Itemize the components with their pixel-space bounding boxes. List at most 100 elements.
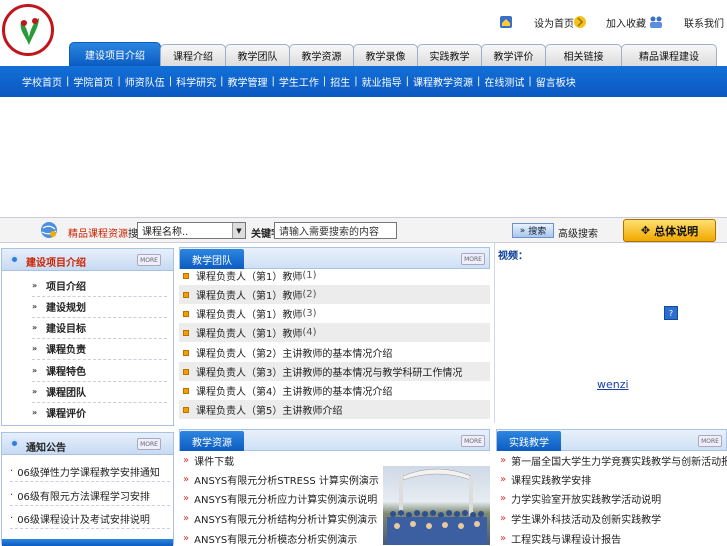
help-icon[interactable]: ? <box>664 306 678 320</box>
list-item[interactable]: 课程负责人（第4）主讲教师的基本情况介绍 <box>179 381 490 400</box>
square-bullet-icon <box>183 291 189 298</box>
list-item[interactable]: · 06级弹性力学课程教学安排通知 <box>10 462 170 482</box>
subnav-item[interactable]: 学校首页 <box>22 74 62 89</box>
sidebar-item[interactable]: » 建设规划 <box>32 296 167 318</box>
search-button-label: 搜索 <box>528 227 547 237</box>
square-bullet-icon <box>183 349 189 356</box>
separator: | <box>117 76 121 87</box>
practice-list: » 第一届全国大学生力学竞赛实践教学与创新活动报告 » 课程实践教学安排 » 力学实验… <box>496 451 727 545</box>
chevron-down-icon[interactable]: ▼ <box>232 223 245 238</box>
subnav-item[interactable]: 在线测试 <box>484 74 524 89</box>
tab-course-building[interactable]: 精品课程建设 <box>621 44 717 66</box>
tab-related-links[interactable]: 相关链接 <box>545 44 622 66</box>
set-homepage-link[interactable]: 设为首页 <box>498 12 574 32</box>
list-item[interactable]: · 06级课程设计及考试安排说明 <box>10 509 170 529</box>
tab-label: 教学评价 <box>493 52 534 63</box>
sidebar-item[interactable]: » 课程特色 <box>32 360 167 382</box>
list-item[interactable]: » 课件下载 <box>179 451 379 470</box>
square-bullet-icon <box>183 387 189 394</box>
video-panel: 视频： ? wenzi <box>494 243 727 423</box>
search-button[interactable]: » 搜索 <box>512 223 554 238</box>
list-item[interactable]: » ANSYS有限元分析应力计算实例演示说明 <box>179 489 379 508</box>
favorite-icon <box>572 14 588 30</box>
square-bullet-icon <box>183 406 189 413</box>
tab-project-intro[interactable]: 建设项目介绍 <box>69 42 161 66</box>
list-item-label: 学生课外科技活动及创新实践教学 <box>511 515 662 526</box>
sidebar-item[interactable]: » 课程团队 <box>32 381 167 403</box>
add-favorite-link[interactable]: 加入收藏 <box>572 12 646 32</box>
list-item[interactable]: » 工程实践与课程设计报告 <box>496 529 727 545</box>
double-arrow-icon: » <box>500 513 507 524</box>
separator: | <box>220 76 224 87</box>
arrow-icon: » <box>32 408 38 417</box>
video-link[interactable]: wenzi <box>597 378 629 391</box>
sidebar-item[interactable]: » 课程负责 <box>32 338 167 360</box>
list-item[interactable]: » ANSYS有限元分析结构分析计算实例演示 <box>179 509 379 528</box>
list-item[interactable]: 课程负责人（第5）主讲教师介绍 <box>179 400 490 419</box>
subnav-item[interactable]: 留言板块 <box>536 74 576 89</box>
project-intro-panel: 建设项目介绍 MORE » 项目介绍 » 建设规划 » 建设目标 » 课程负责 » 课程特… <box>1 248 174 426</box>
more-button[interactable]: MORE <box>137 438 161 450</box>
more-button[interactable]: MORE <box>461 253 485 265</box>
list-item[interactable]: » ANSYS有限元分析模态分析实例演示 <box>179 529 379 545</box>
list-item[interactable]: · 06级有限元方法课程学习安排 <box>10 486 170 506</box>
contact-us-link[interactable]: 联系我们 <box>648 12 724 32</box>
tab-teaching-team[interactable]: 教学团队 <box>225 44 290 66</box>
tab-teaching-video[interactable]: 教学录像 <box>353 44 418 66</box>
square-bullet-icon <box>183 329 189 336</box>
panel-title: 建设项目介绍 <box>26 258 86 269</box>
list-item[interactable]: 课程负责人（第1）教师 (2) <box>179 285 490 304</box>
subnav-item[interactable]: 课程教学资源 <box>413 74 473 89</box>
double-arrow-icon: » <box>500 533 507 544</box>
list-item[interactable]: » ANSYS有限元分析STRESS 计算实例演示 <box>179 470 379 489</box>
separator: | <box>405 76 409 87</box>
separator: | <box>271 76 275 87</box>
separator: | <box>528 76 532 87</box>
tab-course-intro[interactable]: 课程介绍 <box>160 44 226 66</box>
subnav-item[interactable]: 招生 <box>330 74 350 89</box>
subnav-item[interactable]: 教学管理 <box>228 74 268 89</box>
group-photo[interactable] <box>383 466 490 545</box>
list-item[interactable]: 课程负责人（第1）教师 (3) <box>179 304 490 323</box>
list-item[interactable]: » 学生课外科技活动及创新实践教学 <box>496 509 727 528</box>
dot-icon: · <box>10 490 14 501</box>
list-item[interactable]: 课程负责人（第3）主讲教师的基本情况与教学科研工作情况 <box>179 362 490 381</box>
sidebar-item[interactable]: » 项目介绍 <box>32 275 167 297</box>
main-tabs: 建设项目介绍 课程介绍 教学团队 教学资源 教学录像 实践教学 教学评价 相关链… <box>69 42 717 66</box>
advanced-search-link[interactable]: 高级搜索 <box>558 225 598 240</box>
list-item[interactable]: 课程负责人（第1）教师 (4) <box>179 323 490 342</box>
list-item[interactable]: 课程负责人（第1）教师 (1) <box>179 266 490 285</box>
more-button[interactable]: MORE <box>461 435 485 447</box>
tab-teaching-resources[interactable]: 教学资源 <box>289 44 354 66</box>
overview-button[interactable]: ✥ 总体说明 <box>623 219 716 242</box>
list-item-label: 课程负责人（第1）教师 <box>196 310 303 321</box>
list-item[interactable]: » 第一届全国大学生力学竞赛实践教学与创新活动报告 <box>496 451 727 470</box>
tab-evaluation[interactable]: 教学评价 <box>481 44 546 66</box>
search-input[interactable]: 请输入需要搜索的内容 <box>274 222 397 239</box>
more-button[interactable]: MORE <box>137 254 161 266</box>
subnav-item[interactable]: 学生工作 <box>279 74 319 89</box>
list-item[interactable]: 课程负责人（第2）主讲教师的基本情况介绍 <box>179 343 490 362</box>
bullet-icon <box>10 439 19 448</box>
subnav-item[interactable]: 科学研究 <box>176 74 216 89</box>
sidebar-item[interactable]: » 课程评价 <box>32 402 167 423</box>
subnav-item[interactable]: 学院首页 <box>73 74 113 89</box>
more-button[interactable]: MORE <box>698 435 722 447</box>
contact-icon <box>648 14 664 30</box>
university-logo[interactable] <box>2 4 54 56</box>
list-item[interactable]: » 课程实践教学安排 <box>496 470 727 489</box>
list-item-label: 课程负责人（第5）主讲教师介绍 <box>196 406 343 417</box>
search-category-select[interactable]: 课程名称.. ▼ <box>137 222 246 239</box>
bullet-icon <box>10 255 19 264</box>
tab-practice[interactable]: 实践教学 <box>417 44 482 66</box>
list-item[interactable]: » 力学实验室开放实践教学活动说明 <box>496 489 727 508</box>
arrow-icon: » <box>32 281 38 290</box>
list-item-count: (3) <box>302 308 317 319</box>
select-value: 课程名称.. <box>142 227 189 238</box>
double-arrow-icon: » <box>519 225 526 236</box>
sidebar-item[interactable]: » 建设目标 <box>32 317 167 339</box>
tab-label: 教学团队 <box>237 52 278 63</box>
subnav-item[interactable]: 师资队伍 <box>125 74 165 89</box>
tab-label: 实践教学 <box>429 52 470 63</box>
subnav-item[interactable]: 就业指导 <box>362 74 402 89</box>
